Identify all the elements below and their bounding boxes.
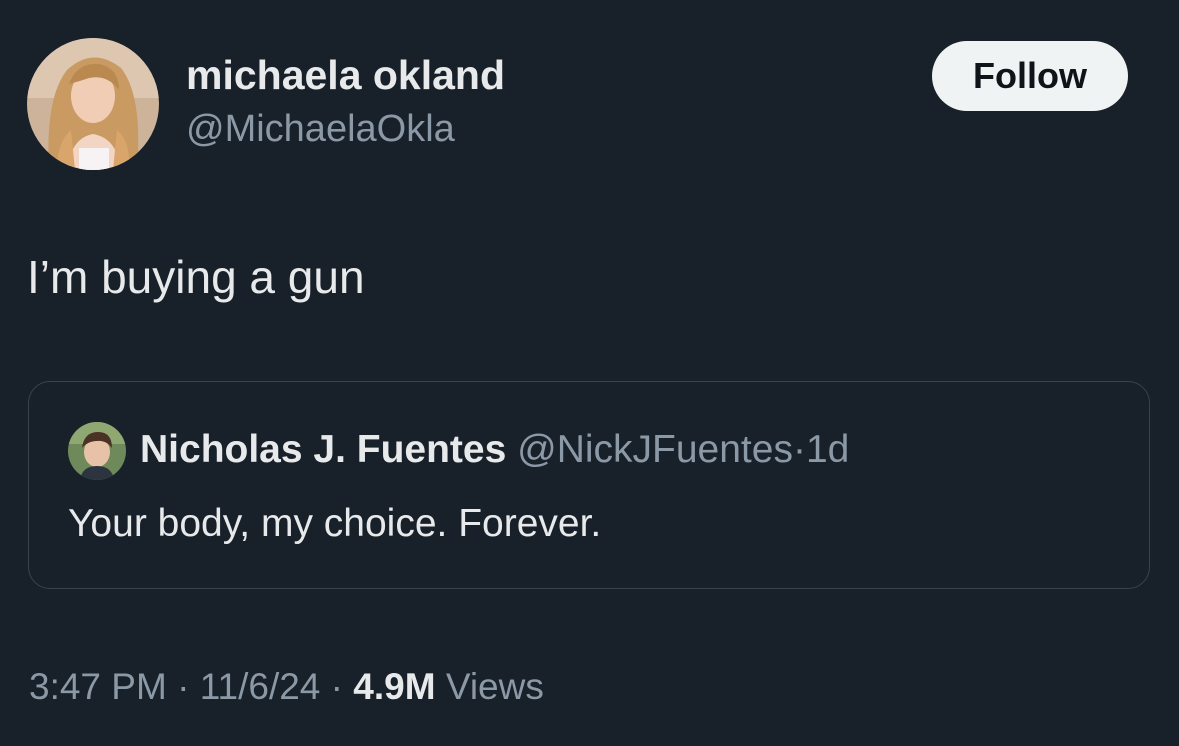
meta-separator-1: · xyxy=(177,666,190,707)
quoted-author-handle[interactable]: @NickJFuentes xyxy=(517,428,793,471)
quoted-header-separator: · xyxy=(792,428,806,471)
meta-separator-2: · xyxy=(330,666,343,707)
follow-button[interactable]: Follow xyxy=(932,41,1128,111)
views-count: 4.9M xyxy=(353,666,436,707)
tweet-time[interactable]: 3:47 PM xyxy=(29,666,167,707)
quoted-author-avatar[interactable] xyxy=(68,422,126,480)
tweet-text: I’m buying a gun xyxy=(27,251,365,303)
quoted-author-display-name[interactable]: Nicholas J. Fuentes xyxy=(140,428,506,471)
tweet-meta: 3:47 PM · 11/6/24 · 4.9M Views xyxy=(29,666,544,708)
quoted-tweet-text: Your body, my choice. Forever. xyxy=(68,502,602,545)
tweet-date[interactable]: 11/6/24 xyxy=(200,666,321,707)
quoted-tweet-time[interactable]: 1d xyxy=(806,428,849,471)
quoted-author-avatar-image xyxy=(68,422,126,480)
views-label: Views xyxy=(445,666,544,707)
author-display-name[interactable]: michaela okland xyxy=(186,52,505,99)
quoted-tweet-card[interactable]: Nicholas J. Fuentes @NickJFuentes·1d You… xyxy=(28,381,1150,589)
author-avatar-image xyxy=(27,38,159,170)
quoted-tweet-header: Nicholas J. Fuentes @NickJFuentes·1d xyxy=(140,428,849,472)
author-avatar[interactable] xyxy=(27,38,159,170)
author-handle[interactable]: @MichaelaOkla xyxy=(186,108,455,151)
